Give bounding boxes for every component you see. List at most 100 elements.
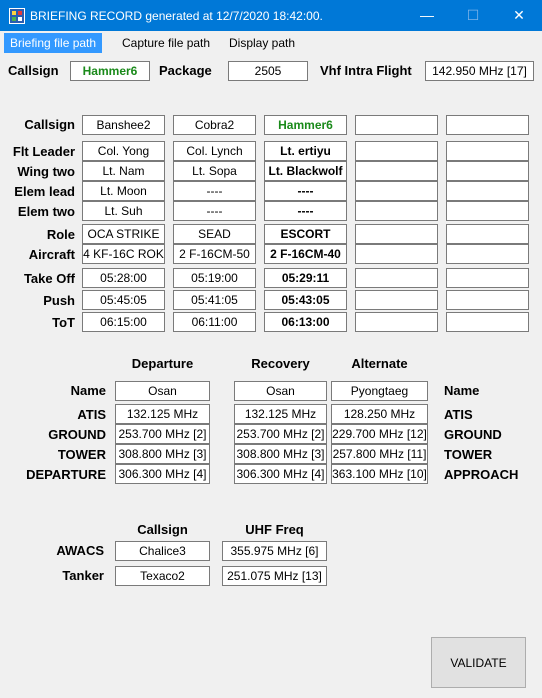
tanker-freq-field[interactable]: 251.075 MHz [13] (222, 566, 327, 586)
flight-4-callsign-field[interactable] (355, 115, 438, 135)
airfield-label-departure: DEPARTURE (26, 467, 106, 482)
awacs-freq-field[interactable]: 355.975 MHz [6] (222, 541, 327, 561)
flight-4-elem-two-field[interactable] (355, 201, 438, 221)
flight-4-tot-field[interactable] (355, 312, 438, 332)
flight-4-wing-two-field[interactable] (355, 161, 438, 181)
flight-4-elem-lead-field[interactable] (355, 181, 438, 201)
alternate-ground-field[interactable]: 229.700 MHz [12] (331, 424, 428, 444)
close-button[interactable]: ✕ (496, 0, 542, 31)
flight-1-aircraft-field[interactable]: 4 KF-16C ROK (82, 244, 165, 264)
flight-3-role-field[interactable]: ESCORT (264, 224, 347, 244)
flight-4-take-off-field[interactable] (355, 268, 438, 288)
flight-3-push-field[interactable]: 05:43:05 (264, 290, 347, 310)
maximize-button[interactable]: ☐ (450, 0, 496, 31)
flight-2-role-field[interactable]: SEAD (173, 224, 256, 244)
flight-2-elem-two-field[interactable]: ---- (173, 201, 256, 221)
flight-3-flt-leader-field[interactable]: Lt. ertiyu (264, 141, 347, 161)
alternate-tower-field[interactable]: 257.800 MHz [11] (331, 444, 428, 464)
flight-4-push-field[interactable] (355, 290, 438, 310)
awacs-callsign-field[interactable]: Chalice3 (115, 541, 210, 561)
recovery-ground-field[interactable]: 253.700 MHz [2] (234, 424, 327, 444)
airfield-label-ground: GROUND (48, 427, 106, 442)
departure-tower-field[interactable]: 308.800 MHz [3] (115, 444, 210, 464)
flight-5-tot-field[interactable] (446, 312, 529, 332)
row-label-wing-two: Wing two (17, 164, 75, 179)
flight-1-tot-field[interactable]: 06:15:00 (82, 312, 165, 332)
airfield-right-label-tower: TOWER (444, 447, 493, 462)
row-label-elem-lead: Elem lead (14, 184, 75, 199)
flight-1-push-field[interactable]: 05:45:05 (82, 290, 165, 310)
callsign-field[interactable]: Hammer6 (70, 61, 150, 81)
airfield-label-atis: ATIS (77, 407, 106, 422)
departure-departure-field[interactable]: 306.300 MHz [4] (115, 464, 210, 484)
row-label-take-off: Take Off (23, 271, 75, 286)
alternate-header: Alternate (351, 356, 408, 371)
tab-briefing-file-path[interactable]: Briefing file path (4, 33, 103, 53)
airfield-right-label-ground: GROUND (444, 427, 502, 442)
tanker-callsign-field[interactable]: Texaco2 (115, 566, 210, 586)
vhf-intra-flight-label: Vhf Intra Flight (320, 63, 412, 78)
row-label-tot: ToT (52, 315, 75, 330)
flight-1-wing-two-field[interactable]: Lt. Nam (82, 161, 165, 181)
validate-button[interactable]: VALIDATE (431, 637, 526, 688)
row-label-push: Push (43, 293, 75, 308)
flight-5-callsign-field[interactable] (446, 115, 529, 135)
flight-2-elem-lead-field[interactable]: ---- (173, 181, 256, 201)
flight-1-callsign-field[interactable]: Banshee2 (82, 115, 165, 135)
tanker-label: Tanker (62, 568, 104, 583)
airfield-right-label-atis: ATIS (444, 407, 473, 422)
flight-5-aircraft-field[interactable] (446, 244, 529, 264)
flight-2-flt-leader-field[interactable]: Col. Lynch (173, 141, 256, 161)
flight-4-flt-leader-field[interactable] (355, 141, 438, 161)
package-field[interactable]: 2505 (228, 61, 308, 81)
flight-2-wing-two-field[interactable]: Lt. Sopa (173, 161, 256, 181)
flight-3-aircraft-field[interactable]: 2 F-16CM-40 (264, 244, 347, 264)
departure-header: Departure (131, 356, 194, 371)
flight-1-elem-two-field[interactable]: Lt. Suh (82, 201, 165, 221)
alternate-name-field[interactable]: Pyongtaeg (331, 381, 428, 401)
flight-5-push-field[interactable] (446, 290, 529, 310)
recovery-departure-field[interactable]: 306.300 MHz [4] (234, 464, 327, 484)
flight-5-wing-two-field[interactable] (446, 161, 529, 181)
airfield-label-tower: TOWER (57, 447, 106, 462)
alternate-atis-field[interactable]: 128.250 MHz (331, 404, 428, 424)
flight-3-take-off-field[interactable]: 05:29:11 (264, 268, 347, 288)
flight-5-take-off-field[interactable] (446, 268, 529, 288)
flight-2-tot-field[interactable]: 06:11:00 (173, 312, 256, 332)
recovery-tower-field[interactable]: 308.800 MHz [3] (234, 444, 327, 464)
flight-1-take-off-field[interactable]: 05:28:00 (82, 268, 165, 288)
departure-ground-field[interactable]: 253.700 MHz [2] (115, 424, 210, 444)
flight-1-role-field[interactable]: OCA STRIKE (82, 224, 165, 244)
row-label-callsign: Callsign (24, 117, 75, 132)
flight-5-flt-leader-field[interactable] (446, 141, 529, 161)
departure-atis-field[interactable]: 132.125 MHz (115, 404, 210, 424)
flight-3-elem-lead-field[interactable]: ---- (264, 181, 347, 201)
tab-display-path[interactable]: Display path (223, 33, 301, 53)
flight-5-elem-lead-field[interactable] (446, 181, 529, 201)
flight-4-aircraft-field[interactable] (355, 244, 438, 264)
flight-4-role-field[interactable] (355, 224, 438, 244)
flight-5-elem-two-field[interactable] (446, 201, 529, 221)
window-title: BRIEFING RECORD generated at 12/7/2020 1… (30, 9, 323, 23)
flight-1-flt-leader-field[interactable]: Col. Yong (82, 141, 165, 161)
flight-2-push-field[interactable]: 05:41:05 (173, 290, 256, 310)
recovery-name-field[interactable]: Osan (234, 381, 327, 401)
flight-2-take-off-field[interactable]: 05:19:00 (173, 268, 256, 288)
flight-5-role-field[interactable] (446, 224, 529, 244)
recovery-atis-field[interactable]: 132.125 MHz (234, 404, 327, 424)
tab-capture-file-path[interactable]: Capture file path (116, 33, 216, 53)
flight-2-callsign-field[interactable]: Cobra2 (173, 115, 256, 135)
departure-name-field[interactable]: Osan (115, 381, 210, 401)
alternate-approach-field[interactable]: 363.100 MHz [10] (331, 464, 428, 484)
flight-3-elem-two-field[interactable]: ---- (264, 201, 347, 221)
app-icon (9, 8, 25, 24)
row-label-elem-two: Elem two (17, 204, 75, 219)
minimize-button[interactable]: — (404, 0, 450, 31)
flight-3-tot-field[interactable]: 06:13:00 (264, 312, 347, 332)
flight-1-elem-lead-field[interactable]: Lt. Moon (82, 181, 165, 201)
flight-2-aircraft-field[interactable]: 2 F-16CM-50 (173, 244, 256, 264)
flight-3-wing-two-field[interactable]: Lt. Blackwolf (264, 161, 347, 181)
row-label-flt-leader: Flt Leader (12, 144, 75, 159)
flight-3-callsign-field[interactable]: Hammer6 (264, 115, 347, 135)
vhf-intra-flight-field[interactable]: 142.950 MHz [17] (425, 61, 534, 81)
